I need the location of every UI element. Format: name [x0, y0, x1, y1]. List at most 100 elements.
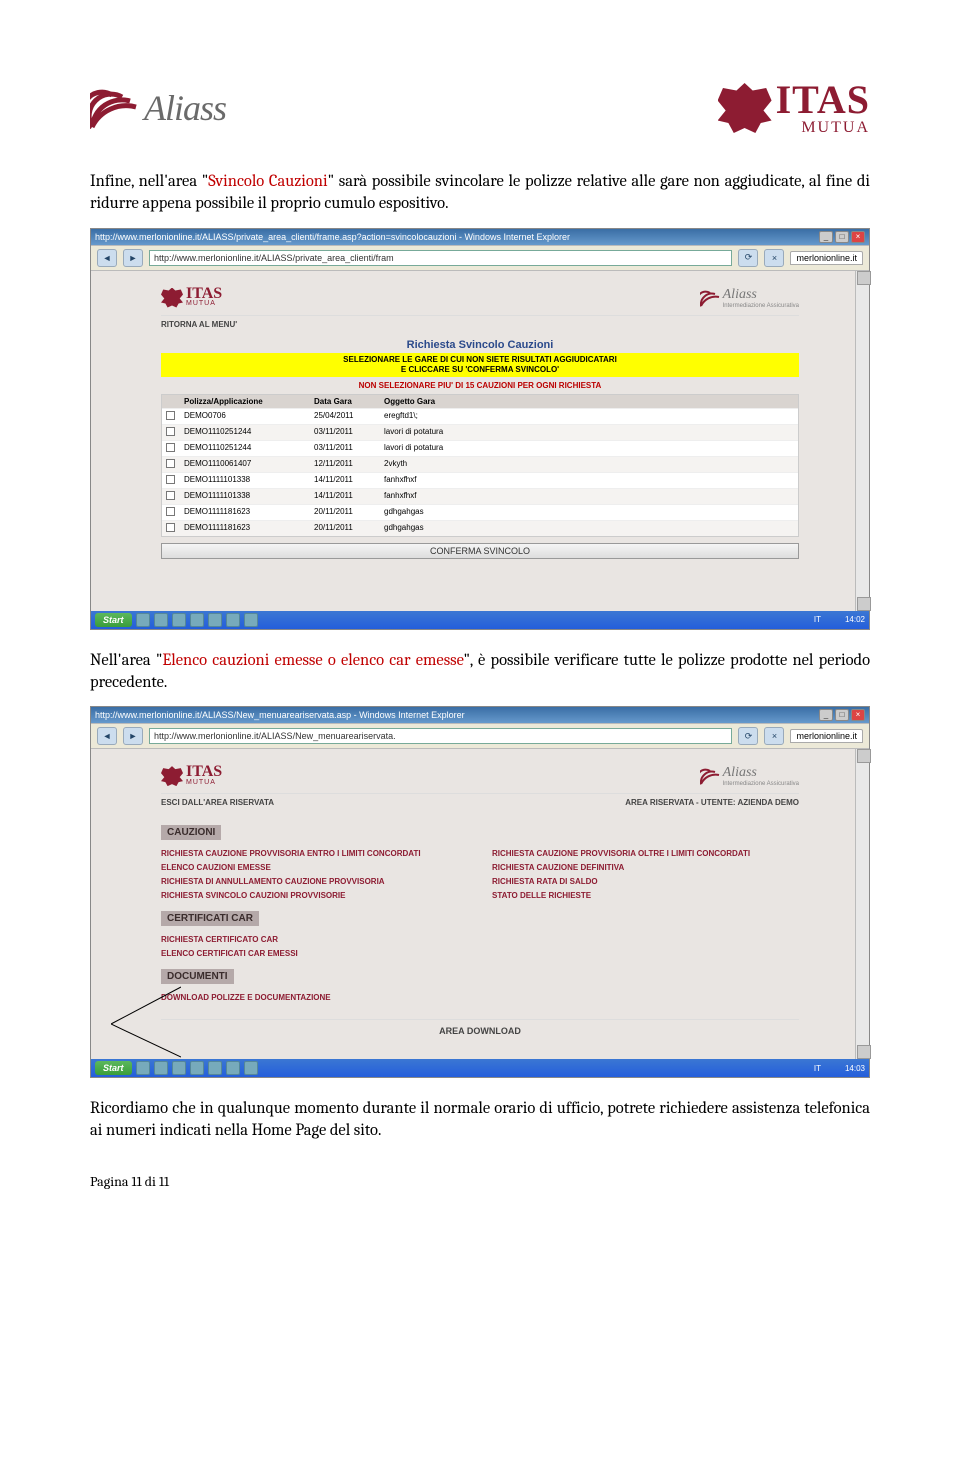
paragraph-elenco: Nell'area "Elenco cauzioni emesse o elen…	[90, 650, 870, 695]
menu-link[interactable]: RICHIESTA CAUZIONE DEFINITIVA	[492, 863, 799, 872]
menu-link[interactable]: RICHIESTA RATA DI SALDO	[492, 877, 799, 886]
back-button[interactable]: ◄	[97, 727, 117, 745]
quicklaunch-icon[interactable]	[208, 613, 222, 627]
page-header: Aliass ITAS MUTUA	[90, 80, 870, 136]
screenshot-svincolo: http://www.merlonionline.it/ALIASS/priva…	[90, 228, 870, 630]
quicklaunch-icon[interactable]	[172, 1061, 186, 1075]
mini-aliass-text: Aliass	[723, 765, 799, 781]
section-certificati-car: CERTIFICATI CAR	[161, 911, 259, 926]
menu-link[interactable]: RICHIESTA CAUZIONE PROVVISORIA ENTRO I L…	[161, 849, 468, 858]
mini-itas-text: ITAS	[186, 288, 222, 301]
cell-pol: DEMO1110251244	[180, 441, 310, 456]
para2-red: Elenco cauzioni emesse o elenco car emes…	[162, 651, 463, 670]
cell-date: 14/11/2011	[310, 489, 380, 504]
row-checkbox[interactable]	[166, 443, 175, 452]
para2-t1: Nell'area "	[90, 651, 162, 670]
scrollbar[interactable]	[855, 271, 869, 611]
site-header: ITAS MUTUA Aliass Intermediazione Assicu…	[161, 281, 799, 316]
cell-date: 03/11/2011	[310, 441, 380, 456]
window-titlebar: http://www.merlonionline.it/ALIASS/priva…	[91, 229, 869, 245]
quicklaunch-icon[interactable]	[190, 613, 204, 627]
forward-button[interactable]: ►	[123, 727, 143, 745]
start-button[interactable]: Start	[95, 1061, 132, 1075]
row-checkbox[interactable]	[166, 459, 175, 468]
mini-itas-text: ITAS	[186, 766, 222, 779]
back-button[interactable]: ◄	[97, 249, 117, 267]
quicklaunch-icon[interactable]	[190, 1061, 204, 1075]
window-buttons: _ □ ×	[819, 709, 865, 721]
table-row: DEMO111110133814/11/2011fanhxfhxf	[162, 472, 798, 488]
menu-link[interactable]: STATO DELLE RICHIESTE	[492, 891, 799, 900]
cell-date: 03/11/2011	[310, 425, 380, 440]
refresh-button[interactable]: ⟳	[738, 249, 758, 267]
mini-aliass-sub: Intermediazione Assicurativa	[723, 303, 799, 309]
cell-obj: lavori di potatura	[380, 425, 798, 440]
row-checkbox[interactable]	[166, 475, 175, 484]
menu-link[interactable]: RICHIESTA SVINCOLO CAUZIONI PROVVISORIE	[161, 891, 468, 900]
menu-link[interactable]: RICHIESTA CERTIFICATO CAR	[161, 935, 468, 944]
quicklaunch-icon[interactable]	[136, 1061, 150, 1075]
language-indicator[interactable]: IT	[814, 615, 821, 624]
menu-link[interactable]: DOWNLOAD POLIZZE E DOCUMENTAZIONE	[161, 993, 468, 1002]
menu-link-elenco-emesse[interactable]: ELENCO CAUZIONI EMESSE	[161, 863, 468, 872]
row-checkbox[interactable]	[166, 523, 175, 532]
table-header: Polizza/Applicazione Data Gara Oggetto G…	[162, 395, 798, 408]
cell-date: 12/11/2011	[310, 457, 380, 472]
close-button[interactable]: ×	[851, 231, 865, 243]
row-checkbox[interactable]	[166, 427, 175, 436]
conferma-svincolo-button[interactable]: CONFERMA SVINCOLO	[161, 543, 799, 559]
itas-logo-subtext: MUTUA	[776, 120, 870, 136]
start-button[interactable]: Start	[95, 613, 132, 627]
quicklaunch-icon[interactable]	[244, 1061, 258, 1075]
url-input[interactable]: http://www.merlonionline.it/ALIASS/New_m…	[149, 728, 732, 744]
cell-obj: 2vkyth	[380, 457, 798, 472]
cell-date: 20/11/2011	[310, 505, 380, 520]
quicklaunch-icon[interactable]	[154, 1061, 168, 1075]
cauzioni-links: RICHIESTA CAUZIONE PROVVISORIA ENTRO I L…	[161, 844, 799, 905]
window-buttons: _ □ ×	[819, 231, 865, 243]
minimize-button[interactable]: _	[819, 709, 833, 721]
quicklaunch-icon[interactable]	[226, 1061, 240, 1075]
menu-link[interactable]: RICHIESTA CAUZIONE PROVVISORIA OLTRE I L…	[492, 849, 799, 858]
mini-eagle-icon	[161, 766, 183, 786]
quicklaunch-icon[interactable]	[136, 613, 150, 627]
close-button[interactable]: ×	[851, 709, 865, 721]
forward-button[interactable]: ►	[123, 249, 143, 267]
request-title: Richiesta Svincolo Cauzioni	[161, 339, 799, 351]
scrollbar[interactable]	[855, 749, 869, 1059]
cell-pol: DEMO1111181623	[180, 521, 310, 536]
quicklaunch-icon[interactable]	[226, 613, 240, 627]
exit-link[interactable]: ESCI DALL'AREA RISERVATA	[161, 798, 274, 807]
system-tray: IT 14:03	[814, 1064, 865, 1073]
aliass-logo-text: Aliass	[144, 87, 226, 129]
window-title: http://www.merlonionline.it/ALIASS/priva…	[95, 232, 570, 242]
language-indicator[interactable]: IT	[814, 1064, 821, 1073]
minimize-button[interactable]: _	[819, 231, 833, 243]
stop-button[interactable]: ×	[764, 727, 784, 745]
menu-link[interactable]: RICHIESTA DI ANNULLAMENTO CAUZIONE PROVV…	[161, 877, 468, 886]
cell-obj: gdhgahgas	[380, 505, 798, 520]
row-checkbox[interactable]	[166, 491, 175, 500]
browser-address-bar: ◄ ► http://www.merlonionline.it/ALIASS/N…	[91, 723, 869, 749]
row-checkbox[interactable]	[166, 507, 175, 516]
row-checkbox[interactable]	[166, 411, 175, 420]
quicklaunch-icons	[136, 1061, 258, 1075]
cell-obj: fanhxfhxf	[380, 489, 798, 504]
quicklaunch-icon[interactable]	[244, 613, 258, 627]
quicklaunch-icon[interactable]	[154, 613, 168, 627]
maximize-button[interactable]: □	[835, 231, 849, 243]
stop-button[interactable]: ×	[764, 249, 784, 267]
browser-tab[interactable]: merlonionline.it	[790, 729, 863, 743]
mini-aliass-logo: Aliass Intermediazione Assicurativa	[700, 765, 799, 787]
menu-link-elenco-car[interactable]: ELENCO CERTIFICATI CAR EMESSI	[161, 949, 468, 958]
col-oggetto: Oggetto Gara	[380, 395, 798, 408]
mini-eagle-icon	[161, 288, 183, 308]
refresh-button[interactable]: ⟳	[738, 727, 758, 745]
back-to-menu-link[interactable]: RITORNA AL MENU'	[161, 320, 799, 329]
quicklaunch-icon[interactable]	[208, 1061, 222, 1075]
url-input[interactable]: http://www.merlonionline.it/ALIASS/priva…	[149, 250, 732, 266]
cell-pol: DEMO1111101338	[180, 489, 310, 504]
maximize-button[interactable]: □	[835, 709, 849, 721]
browser-tab[interactable]: merlonionline.it	[790, 251, 863, 265]
quicklaunch-icon[interactable]	[172, 613, 186, 627]
